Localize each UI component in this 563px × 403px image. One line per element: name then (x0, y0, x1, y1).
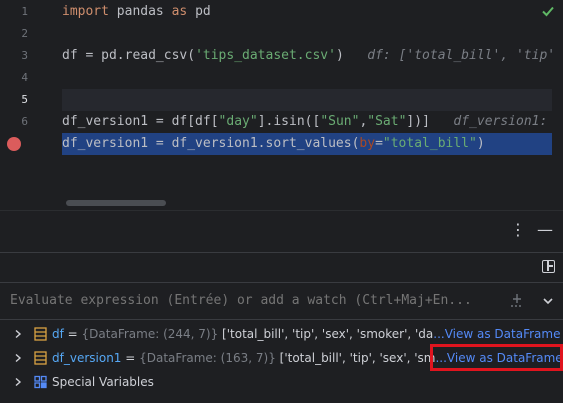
annotation-highlight-box (430, 344, 563, 371)
chevron-down-icon[interactable] (541, 294, 555, 308)
string-literal: "Sat" (367, 114, 407, 129)
code-text: ) (476, 136, 485, 151)
equals-sign: = (63, 327, 82, 341)
code-editor[interactable]: 1 2 3 4 5 6 import pandas as pd df = pd.… (0, 0, 563, 210)
evaluate-expression-input[interactable] (10, 283, 490, 319)
equals-sign: = (121, 351, 140, 365)
chevron-right-icon[interactable] (13, 353, 23, 363)
code-text: = (375, 136, 383, 151)
check-icon[interactable] (541, 4, 555, 18)
code-text: df_version1 = df_version1.sort_values( (62, 136, 360, 151)
string-literal: "Sun" (320, 114, 360, 129)
chevron-right-icon[interactable] (13, 377, 23, 387)
code-text: ].isin([ (257, 114, 321, 129)
more-options-button[interactable]: ⋮ (509, 221, 527, 239)
code-line-5 (62, 89, 552, 111)
variable-type: {DataFrame: (244, 7)} (81, 327, 219, 341)
variable-name: df_version1 (52, 351, 122, 365)
chevron-right-icon[interactable] (13, 329, 23, 339)
line-number: 6 (21, 115, 28, 128)
keyword: import (62, 4, 109, 19)
divider (0, 252, 563, 253)
variable-name: df (52, 327, 64, 341)
code-line-6: df_version1 = df[df["day"].isin(["Sun","… (62, 111, 563, 133)
variable-value: ['total_bill', 'tip', 'sex', 'smoker', '… (218, 327, 434, 341)
variable-value: ['total_bill', 'tip', 'sex', 'sm (275, 351, 436, 365)
inline-value-hint: df: ['total_bill', 'tip' (367, 48, 556, 63)
add-watch-icon[interactable] (508, 292, 526, 310)
code-text: df = pd.read_csv( (62, 48, 196, 63)
code-text: ])] (406, 114, 430, 129)
debug-panel-header: ⋮ — (0, 210, 563, 252)
variable-row-special[interactable]: Special Variables (0, 370, 563, 394)
string-literal: "day" (218, 114, 258, 129)
dataframe-variable-icon (34, 327, 47, 341)
keyword: as (171, 4, 188, 19)
line-number: 1 (21, 5, 28, 18)
line-number: 2 (21, 27, 28, 40)
breakpoint-icon[interactable] (7, 137, 21, 151)
code-text: df_version1 = df[df[ (62, 114, 219, 129)
inline-value-hint: df_version1: (453, 114, 548, 129)
code-line-1: import pandas as pd (62, 1, 563, 23)
line-number: 4 (21, 71, 28, 84)
code-line-3: df = pd.read_csv('tips_dataset.csv') df:… (62, 45, 563, 67)
layout-icon[interactable] (542, 260, 555, 273)
code-text: pandas (108, 4, 172, 19)
view-as-dataframe-link[interactable]: ...View as DataFrame (433, 327, 560, 341)
param-name: by (359, 136, 376, 151)
evaluate-expression-bar (0, 282, 563, 320)
minimize-button[interactable]: — (536, 221, 554, 239)
line-number: 3 (21, 49, 28, 62)
string-literal: 'tips_dataset.csv' (195, 48, 336, 63)
dataframe-variable-icon (34, 351, 47, 365)
code-text: pd (187, 4, 211, 19)
special-variables-icon (34, 375, 47, 389)
variable-row-df[interactable]: df = {DataFrame: (244, 7)} ['total_bill'… (0, 322, 563, 346)
variable-type: {DataFrame: (163, 7)} (139, 351, 276, 365)
code-text: ) (335, 48, 344, 63)
variable-label: df = {DataFrame: (244, 7)} ['total_bill'… (52, 322, 560, 346)
string-literal: "total_bill" (382, 136, 477, 151)
code-line-7: df_version1 = df_version1.sort_values(by… (62, 133, 552, 155)
line-number-current: 5 (21, 93, 28, 106)
variable-label: Special Variables (52, 375, 154, 389)
horizontal-scrollbar[interactable] (66, 200, 166, 206)
